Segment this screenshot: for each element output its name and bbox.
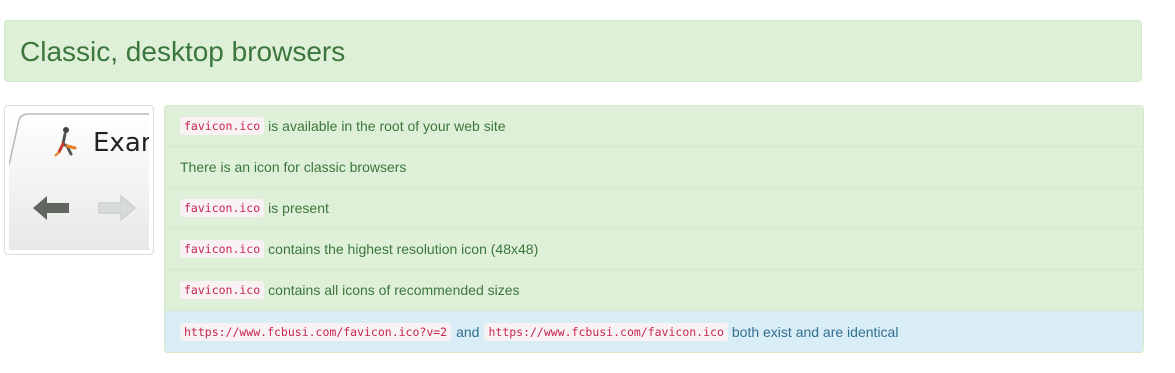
list-item-text: contains all icons of recommended sizes (268, 282, 520, 298)
code-snippet-url-versioned: https://www.fcbusi.com/favicon.ico?v=2 (180, 322, 452, 341)
section-heading-panel: Classic, desktop browsers (4, 20, 1142, 82)
list-item-text: is available in the root of your web sit… (268, 118, 506, 134)
list-item-text: There is an icon for classic browsers (180, 159, 407, 175)
back-arrow-icon (33, 196, 69, 220)
list-item-text: contains the highest resolution icon (48… (268, 241, 539, 257)
list-item-text: both exist and are identical (731, 323, 899, 340)
list-item-conjunction: and (456, 323, 480, 340)
code-snippet: favicon.ico (180, 281, 265, 299)
tab-title-text: Exam (93, 128, 149, 158)
list-item-info: https://www.fcbusi.com/favicon.ico?v=2 a… (165, 311, 1143, 352)
list-item: There is an icon for classic browsers (165, 147, 1143, 188)
browser-preview-thumbnail: Exam (4, 105, 154, 255)
list-item: favicon.ico contains the highest resolut… (165, 229, 1143, 270)
list-item: favicon.ico is available in the root of … (165, 106, 1143, 147)
list-item: favicon.ico is present (165, 188, 1143, 229)
code-snippet: favicon.ico (180, 117, 265, 135)
section-title: Classic, desktop browsers (20, 36, 346, 67)
checks-list: favicon.ico is available in the root of … (164, 105, 1144, 353)
code-snippet: favicon.ico (180, 240, 265, 258)
list-item: favicon.ico contains all icons of recomm… (165, 270, 1143, 311)
list-item-text: is present (268, 200, 329, 216)
forward-arrow-icon (98, 194, 136, 222)
browser-preview-image: Exam (9, 110, 149, 250)
code-snippet: favicon.ico (180, 199, 265, 217)
code-snippet-url: https://www.fcbusi.com/favicon.ico (484, 322, 728, 341)
favicon-figure-icon (54, 127, 77, 157)
